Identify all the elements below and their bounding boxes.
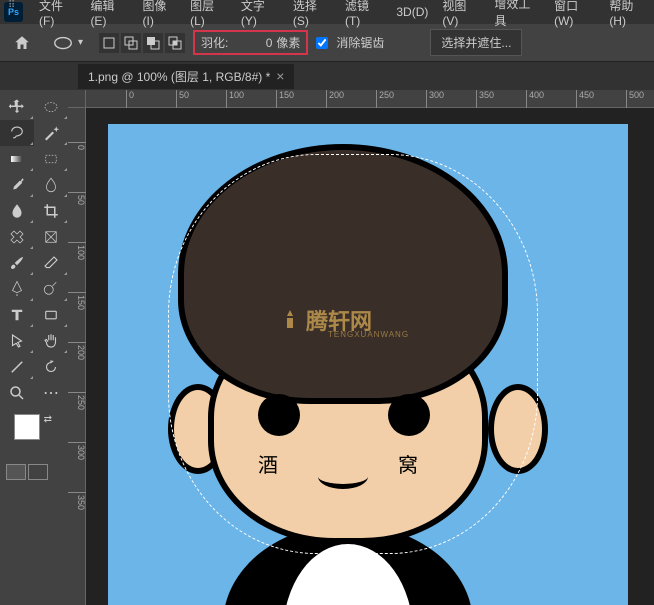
menu-window[interactable]: 窗口(W) — [548, 0, 601, 30]
healing-tool-icon[interactable] — [0, 224, 34, 250]
options-bar: ▾ 羽化: 像素 消除锯齿 选择并遮住... — [0, 24, 654, 62]
ruler-tick: 300 — [426, 90, 444, 108]
menu-select[interactable]: 选择(S) — [287, 0, 337, 30]
select-and-mask-button[interactable]: 选择并遮住... — [430, 29, 522, 56]
ruler-tick: 300 — [68, 442, 86, 460]
frame-tool-icon[interactable] — [34, 224, 68, 250]
zoom-tool-icon[interactable] — [0, 380, 34, 406]
menu-view[interactable]: 视图(V) — [436, 0, 486, 30]
standard-mode-icon[interactable] — [6, 464, 26, 480]
ruler-tick: 150 — [276, 90, 294, 108]
selection-new-icon[interactable] — [99, 33, 119, 53]
ruler-tick: 350 — [476, 90, 494, 108]
home-button[interactable] — [8, 29, 36, 57]
brush-tool-icon[interactable] — [0, 250, 34, 276]
toolbar: ⋯ ⇄ — [0, 90, 68, 605]
document-tab-title: 1.png @ 100% (图层 1, RGB/8#) * — [88, 68, 270, 85]
eyedropper-tool-icon[interactable] — [0, 172, 34, 198]
ruler-tick: 200 — [326, 90, 344, 108]
document-tabbar: ⠿ 1.png @ 100% (图层 1, RGB/8#) * × — [0, 62, 654, 90]
marquee-rect-tool-icon[interactable] — [34, 146, 68, 172]
ruler-origin[interactable] — [68, 90, 86, 108]
antialias-label: 消除锯齿 — [336, 34, 384, 51]
canvas-area: 0 50 100 150 200 250 300 350 400 450 500… — [68, 90, 654, 605]
eraser-tool-icon[interactable] — [34, 250, 68, 276]
hand-tool-icon[interactable] — [34, 328, 68, 354]
ruler-tick: 50 — [176, 90, 189, 108]
lasso-tool-icon[interactable] — [0, 120, 34, 146]
quickmask-mode-icon[interactable] — [28, 464, 48, 480]
menu-edit[interactable]: 编辑(E) — [84, 0, 134, 30]
menu-layer[interactable]: 图层(L) — [184, 0, 233, 30]
close-tab-icon[interactable]: × — [276, 68, 284, 84]
type-tool-icon[interactable] — [0, 302, 34, 328]
horizontal-ruler[interactable]: 0 50 100 150 200 250 300 350 400 450 500 — [86, 90, 654, 108]
crop-tool-icon[interactable] — [34, 198, 68, 224]
selection-intersect-icon[interactable] — [165, 33, 185, 53]
line-tool-icon[interactable] — [0, 354, 34, 380]
ruler-tick: 0 — [68, 142, 86, 150]
cheek-text-left: 酒 — [258, 449, 278, 478]
ruler-tick: 450 — [576, 90, 594, 108]
canvas[interactable]: 酒 窝 腾轩网 TENGXUANWANG — [108, 124, 628, 605]
vertical-ruler[interactable]: 0 50 100 150 200 250 300 350 — [68, 108, 86, 605]
rotate-tool-icon[interactable] — [34, 354, 68, 380]
panel-drag-handle[interactable]: ⠿ — [8, 0, 15, 11]
move-tool-icon[interactable] — [0, 94, 34, 120]
color-swatch[interactable]: ⇄ — [14, 414, 54, 454]
shape-tool-icon[interactable] — [34, 302, 68, 328]
artwork-character: 酒 窝 — [108, 124, 628, 605]
swap-colors-icon[interactable]: ⇄ — [44, 414, 52, 425]
document-tab[interactable]: 1.png @ 100% (图层 1, RGB/8#) * × — [78, 64, 294, 89]
menu-3d[interactable]: 3D(D) — [390, 3, 434, 21]
dodge-tool-icon[interactable] — [34, 276, 68, 302]
ruler-tick: 250 — [68, 392, 86, 410]
cheek-text-right: 窝 — [398, 449, 418, 478]
antialias-checkbox[interactable] — [316, 37, 328, 49]
ruler-tick: 350 — [68, 492, 86, 510]
ruler-tick: 200 — [68, 342, 86, 360]
edit-toolbar-icon[interactable]: ⋯ — [34, 380, 68, 406]
marquee-tool-icon[interactable] — [34, 94, 68, 120]
menu-filter[interactable]: 滤镜(T) — [339, 0, 388, 30]
blur-tool-icon[interactable] — [0, 198, 34, 224]
ruler-tick: 250 — [376, 90, 394, 108]
tool-preset-picker[interactable]: ▾ — [44, 30, 91, 56]
magic-wand-tool-icon[interactable] — [34, 120, 68, 146]
pen-tool-icon[interactable] — [0, 276, 34, 302]
ruler-tick: 150 — [68, 292, 86, 310]
menubar: Ps 文件(F) 编辑(E) 图像(I) 图层(L) 文字(Y) 选择(S) 滤… — [0, 0, 654, 24]
feather-input[interactable] — [232, 36, 272, 50]
ruler-tick: 100 — [68, 242, 86, 260]
smudge-tool-icon[interactable] — [34, 172, 68, 198]
watermark-subtext: TENGXUANWANG — [328, 330, 409, 339]
ruler-tick: 500 — [626, 90, 644, 108]
path-selection-tool-icon[interactable] — [0, 328, 34, 354]
selection-mode-group — [99, 33, 185, 53]
foreground-color-swatch[interactable] — [14, 414, 40, 440]
feather-control: 羽化: 像素 — [193, 30, 308, 55]
gradient-tool-icon[interactable] — [0, 146, 34, 172]
main-area: ⋯ ⇄ 0 50 100 150 200 250 300 350 400 450… — [0, 90, 654, 605]
menu-file[interactable]: 文件(F) — [33, 0, 82, 30]
menu-image[interactable]: 图像(I) — [136, 0, 182, 30]
feather-unit: 像素 — [276, 34, 300, 51]
ruler-tick: 100 — [226, 90, 244, 108]
ruler-tick: 400 — [526, 90, 544, 108]
ruler-tick: 0 — [126, 90, 134, 108]
selection-subtract-icon[interactable] — [143, 33, 163, 53]
menu-help[interactable]: 帮助(H) — [603, 0, 654, 30]
feather-label: 羽化: — [201, 34, 228, 51]
menu-type[interactable]: 文字(Y) — [235, 0, 285, 30]
ruler-tick: 50 — [68, 192, 86, 205]
menu-plugins[interactable]: 增效工具 — [488, 0, 546, 31]
selection-add-icon[interactable] — [121, 33, 141, 53]
